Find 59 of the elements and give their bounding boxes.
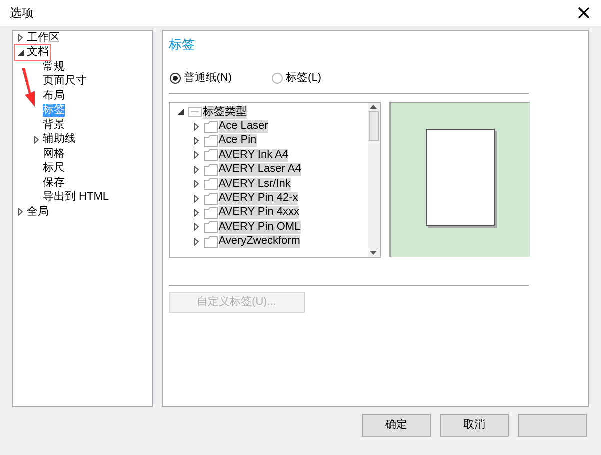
annotation-arrow [20, 68, 38, 108]
expand-icon[interactable] [194, 223, 199, 232]
expand-icon[interactable] [194, 122, 199, 131]
tree-item[interactable]: 辅助线 [43, 133, 76, 146]
folder-icon [204, 178, 218, 190]
expand-icon[interactable] [18, 208, 23, 216]
tree-item[interactable]: AVERY Laser A4 [218, 163, 302, 176]
folder-icon [204, 206, 218, 219]
close-icon [578, 7, 590, 19]
tree-item[interactable]: Ace Laser [218, 120, 268, 134]
tree-item[interactable]: 全局 [27, 206, 49, 219]
scroll-up-icon [370, 105, 378, 109]
expand-icon[interactable] [194, 238, 199, 246]
scrollbar[interactable] [368, 103, 380, 257]
tree-item[interactable]: 常规 [43, 60, 65, 74]
folder-icon [204, 134, 218, 147]
expand-icon[interactable] [194, 194, 199, 203]
tree-item[interactable]: 标尺 [43, 162, 65, 176]
radio-option[interactable]: 普通纸(N) [170, 70, 232, 86]
folder-icon [204, 236, 218, 248]
tree-item[interactable]: AveryZweckform [218, 235, 300, 248]
tree-item[interactable]: AVERY Ink A4 [218, 148, 288, 162]
folder-icon [204, 221, 218, 234]
expand-icon[interactable] [194, 180, 199, 188]
annotation-box [14, 44, 51, 61]
collapse-icon[interactable] [178, 109, 184, 116]
label-icon [188, 107, 202, 118]
expand-icon[interactable] [194, 166, 199, 174]
folder-icon [204, 164, 218, 176]
dialog-button[interactable]: 确定 [362, 414, 431, 437]
tree-item[interactable]: Ace Pin [218, 134, 257, 148]
tree-item[interactable]: 标签类型 [202, 106, 247, 119]
collapse-icon[interactable] [18, 50, 24, 56]
expand-icon[interactable] [194, 136, 199, 145]
folder-icon [204, 192, 218, 205]
tree-item[interactable]: 背景 [43, 118, 65, 132]
tree-item[interactable]: AVERY Pin 4xxx [218, 206, 300, 220]
tree-item[interactable]: 保存 [43, 176, 65, 190]
tree-item[interactable]: 布局 [43, 90, 65, 103]
expand-icon[interactable] [18, 34, 23, 42]
expand-icon[interactable] [34, 136, 39, 144]
radio-option[interactable]: 标签(L) [272, 70, 322, 86]
expand-icon[interactable] [194, 208, 199, 217]
tree-item[interactable]: 文档 [27, 46, 49, 60]
dialog-button[interactable]: 取消 [440, 414, 509, 437]
tree-item[interactable]: AVERY Pin OML [218, 220, 301, 234]
tree-item[interactable]: AVERY Lsr/Ink [218, 178, 291, 191]
close-button[interactable] [577, 6, 591, 20]
tree-item[interactable]: 导出到 HTML [43, 191, 109, 204]
page-title: 标签 [168, 37, 196, 53]
expand-icon[interactable] [194, 151, 199, 160]
scroll-thumb[interactable] [368, 111, 379, 141]
folder-icon [204, 149, 218, 162]
tree-item[interactable]: 网格 [43, 148, 65, 161]
tree-item[interactable]: 页面尺寸 [43, 75, 87, 88]
window-title: 选项 [10, 5, 34, 22]
scroll-down-icon [370, 251, 378, 255]
tree-item[interactable]: AVERY Pin 42-x [218, 192, 298, 206]
tree-item[interactable]: 工作区 [27, 32, 60, 45]
